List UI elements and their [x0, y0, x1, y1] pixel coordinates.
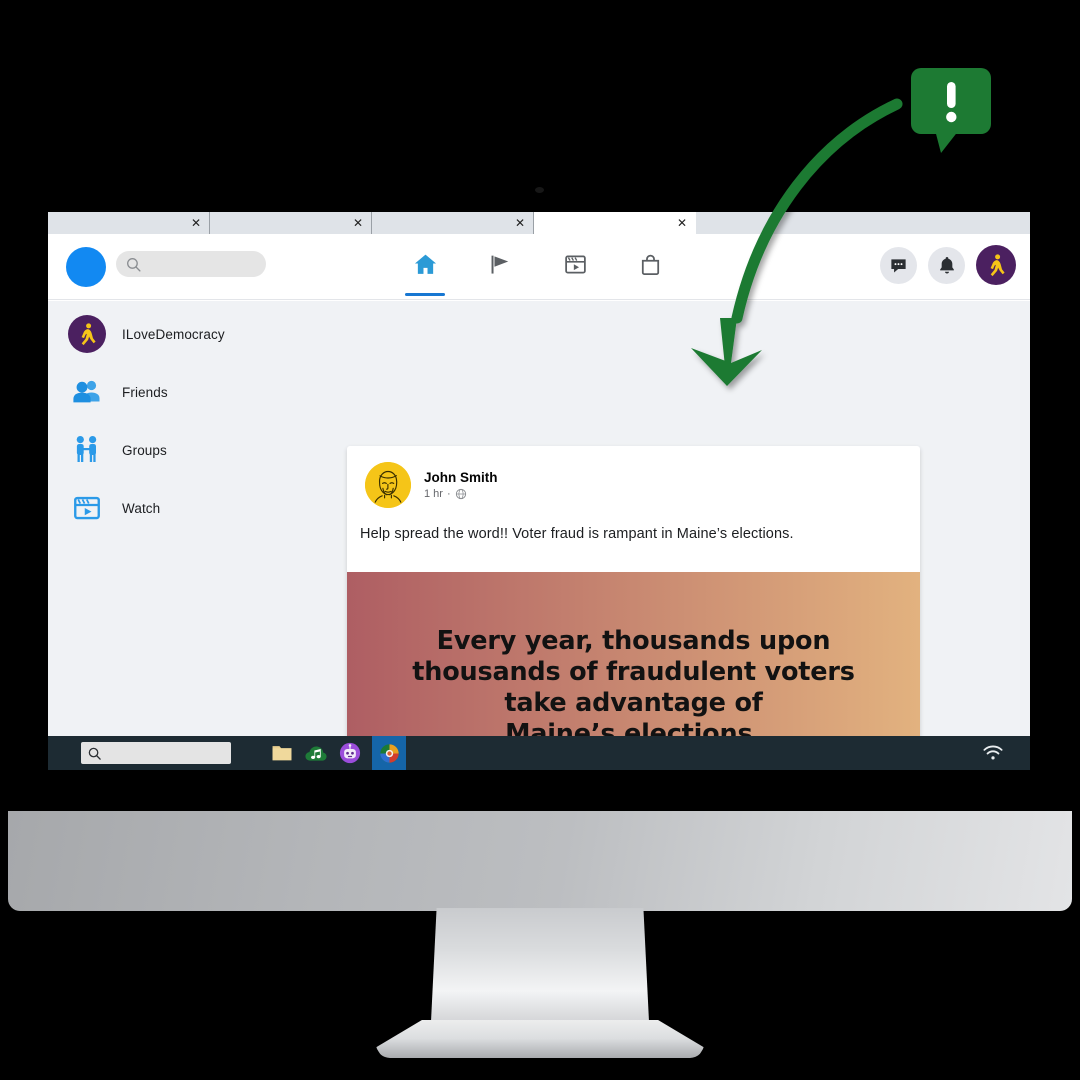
sidebar-item-label: Watch [122, 500, 161, 516]
post-header: John Smith 1 hr · [347, 446, 920, 508]
sidebar-item-profile[interactable]: ILoveDemocracy [48, 309, 298, 359]
brand-logo[interactable] [66, 247, 106, 287]
app-bar-right-actions [880, 245, 1016, 285]
close-icon[interactable]: ✕ [191, 217, 201, 229]
browser-tab-strip: ✕ ✕ ✕ ✕ [48, 212, 1030, 234]
video-clapper-icon [68, 489, 106, 527]
post-meta: 1 hr · [424, 488, 498, 500]
taskbar-wifi-status[interactable] [982, 744, 1004, 767]
browser-tab-4-active[interactable]: ✕ [534, 212, 696, 234]
taskbar-app-file-explorer[interactable] [270, 741, 294, 765]
post-timestamp: 1 hr [424, 488, 443, 500]
webcam-dot [535, 187, 544, 193]
taskbar [48, 736, 1030, 770]
notifications-button[interactable] [928, 246, 965, 284]
folder-icon [272, 746, 292, 761]
wifi-icon [983, 745, 1003, 760]
search-icon [88, 747, 101, 760]
tab-strip-filler [696, 212, 1030, 234]
meme-line: take advantage of [504, 688, 763, 718]
bell-icon [939, 257, 954, 274]
meme-line: thousands of fraudulent voters [412, 656, 855, 687]
monitor-stand-base [376, 1020, 704, 1058]
taskbar-app-music[interactable] [304, 741, 328, 765]
shopping-bag-icon [642, 254, 660, 275]
exclamation-speech-bubble-icon [911, 68, 991, 153]
meta-separator: · [446, 488, 451, 500]
flag-icon [491, 255, 509, 274]
messages-button[interactable] [880, 246, 917, 284]
browser-tab-3[interactable]: ✕ [372, 212, 534, 234]
close-icon[interactable]: ✕ [677, 217, 687, 229]
sidebar-item-label: ILoveDemocracy [122, 326, 225, 342]
globe-icon [455, 488, 466, 500]
nav-home[interactable] [396, 236, 454, 298]
post-body-text: Help spread the word!! Voter fraud is ra… [360, 526, 794, 542]
sidebar-item-friends[interactable]: Friends [48, 367, 298, 417]
friends-icon [68, 373, 106, 411]
sidebar: ILoveDemocracy Friends Groups Watch [48, 301, 298, 746]
nav-marketplace[interactable] [622, 236, 680, 298]
monitor-screen: ✕ ✕ ✕ ✕ ILoveDemocracy Friends Groups Wa… [48, 212, 1030, 770]
post-author-name[interactable]: John Smith [424, 470, 498, 485]
colorful-circle-icon [379, 743, 399, 763]
sidebar-item-groups[interactable]: Groups [48, 425, 298, 475]
portrait-icon [365, 462, 411, 508]
sidebar-item-label: Groups [122, 442, 167, 458]
home-icon [414, 254, 436, 274]
post-author-block: John Smith 1 hr · [424, 470, 498, 500]
search-icon [127, 257, 141, 272]
message-bubble-icon [891, 258, 906, 272]
walking-person-icon [990, 254, 1005, 277]
annotation-flag-badge [911, 68, 991, 153]
browser-tab-2[interactable]: ✕ [210, 212, 372, 234]
search-input[interactable] [116, 251, 266, 277]
post-author-avatar[interactable] [365, 462, 411, 508]
close-icon[interactable]: ✕ [353, 217, 363, 229]
taskbar-app-assistant[interactable] [338, 741, 362, 765]
nav-watch[interactable] [547, 236, 605, 298]
groups-icon [68, 431, 106, 469]
close-icon[interactable]: ✕ [515, 217, 525, 229]
browser-tab-1[interactable]: ✕ [48, 212, 210, 234]
meme-line: Every year, thousands upon [436, 625, 831, 656]
taskbar-app-icons [270, 736, 406, 770]
meme-text: Every year, thousands upon thousands of f… [412, 625, 855, 750]
taskbar-app-browser[interactable] [372, 736, 406, 770]
taskbar-search-input[interactable] [81, 742, 231, 764]
monitor-chin [8, 811, 1072, 911]
app-top-bar [48, 234, 1030, 300]
video-clapper-icon [565, 254, 586, 274]
sidebar-item-label: Friends [122, 384, 168, 400]
nav-flag[interactable] [471, 236, 529, 298]
sidebar-item-watch[interactable]: Watch [48, 483, 298, 533]
walking-person-avatar-icon [68, 315, 106, 353]
primary-nav [388, 234, 688, 300]
music-cloud-icon [305, 746, 327, 761]
screenshot-stage: ✕ ✕ ✕ ✕ ILoveDemocracy Friends Groups Wa… [0, 0, 1080, 1080]
avatar[interactable] [976, 245, 1016, 285]
post-card: John Smith 1 hr · Help spread the word!!… [347, 446, 920, 770]
robot-face-icon [339, 742, 361, 764]
